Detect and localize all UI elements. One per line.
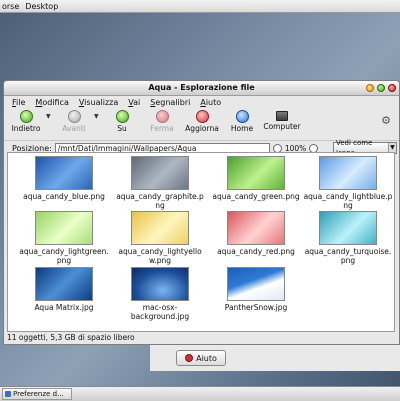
file-item[interactable]: aqua_candy_blue.png bbox=[18, 156, 110, 201]
computer-icon bbox=[276, 111, 288, 121]
taskbar-item[interactable]: Preferenze d... bbox=[2, 388, 72, 400]
window-title: Aqua - Esplorazione file bbox=[148, 83, 255, 92]
menu-aiuto[interactable]: Aiuto bbox=[200, 98, 221, 107]
image-thumbnail bbox=[35, 211, 93, 245]
status-bar: 11 oggetti, 5,3 GB di spazio libero bbox=[7, 333, 135, 342]
forward-button[interactable]: Avanti bbox=[54, 108, 94, 133]
file-item[interactable]: aqua_candy_graphite.p ng bbox=[114, 156, 206, 210]
stop-label: Ferma bbox=[150, 124, 174, 133]
up-button[interactable]: Su bbox=[102, 108, 142, 133]
forward-history-dropdown-icon[interactable]: ▼ bbox=[94, 113, 102, 120]
file-item[interactable]: aqua_candy_lightgreen. png bbox=[18, 211, 110, 265]
forward-arrow-icon bbox=[67, 110, 81, 123]
up-arrow-icon bbox=[115, 110, 129, 123]
lifebuoy-icon bbox=[185, 354, 194, 362]
file-item[interactable]: Aqua Matrix.jpg bbox=[18, 267, 110, 312]
back-button[interactable]: Indietro bbox=[6, 108, 46, 133]
menu-visualizza[interactable]: Visualizza bbox=[79, 98, 118, 107]
help-button-label: Aiuto bbox=[196, 353, 217, 363]
file-item[interactable]: aqua_candy_lightyello w.png bbox=[114, 211, 206, 265]
minimize-button[interactable] bbox=[366, 84, 374, 92]
toolbar: Indietro ▼ Avanti ▼ Su Ferma Aggiorna Ho… bbox=[4, 108, 399, 141]
file-name: aqua_candy_lightblue.p ng bbox=[303, 192, 393, 210]
computer-label: Computer bbox=[263, 122, 301, 131]
image-thumbnail bbox=[131, 267, 189, 301]
image-thumbnail bbox=[35, 267, 93, 301]
reload-label: Aggiorna bbox=[185, 124, 219, 133]
taskbar: Preferenze d... bbox=[0, 386, 400, 401]
home-button[interactable]: Home bbox=[222, 108, 262, 133]
back-arrow-icon bbox=[19, 110, 33, 123]
file-name: aqua_candy_graphite.p ng bbox=[116, 192, 204, 210]
computer-button[interactable]: Computer bbox=[262, 108, 302, 131]
file-name: aqua_candy_red.png bbox=[217, 247, 295, 256]
file-item[interactable]: mac-osx- background.jpg bbox=[114, 267, 206, 321]
image-thumbnail bbox=[131, 211, 189, 245]
back-history-dropdown-icon[interactable]: ▼ bbox=[46, 113, 54, 120]
stop-button[interactable]: Ferma bbox=[142, 108, 182, 133]
desktop-menubar: orse Desktop bbox=[0, 0, 400, 13]
file-name: aqua_candy_green.png bbox=[212, 192, 300, 201]
menu-segnalibri[interactable]: Segnalibri bbox=[150, 98, 190, 107]
up-label: Su bbox=[117, 124, 127, 133]
image-thumbnail bbox=[35, 156, 93, 190]
menu-file[interactable]: File bbox=[12, 98, 25, 107]
file-name: mac-osx- background.jpg bbox=[130, 303, 190, 321]
close-button[interactable] bbox=[388, 84, 396, 92]
image-thumbnail bbox=[319, 156, 377, 190]
file-item[interactable]: aqua_candy_red.png bbox=[210, 211, 302, 256]
reload-button[interactable]: Aggiorna bbox=[182, 108, 222, 133]
image-thumbnail bbox=[131, 156, 189, 190]
home-icon bbox=[235, 110, 249, 123]
file-name: aqua_candy_lightyello w.png bbox=[118, 247, 202, 265]
reload-icon bbox=[195, 110, 209, 123]
home-label: Home bbox=[230, 124, 254, 133]
image-thumbnail bbox=[227, 156, 285, 190]
file-name: aqua_candy_turquoise. png bbox=[304, 247, 392, 265]
forward-label: Avanti bbox=[62, 124, 86, 133]
desktop-menu-item[interactable]: orse bbox=[2, 2, 19, 11]
window-titlebar[interactable]: Aqua - Esplorazione file bbox=[4, 81, 399, 96]
image-thumbnail bbox=[319, 211, 377, 245]
menu-modifica[interactable]: Modifica bbox=[35, 98, 68, 107]
taskbar-item-label: Preferenze d... bbox=[13, 390, 64, 398]
desktop-menu-desktop[interactable]: Desktop bbox=[25, 2, 58, 11]
activity-throbber-icon: ⚙ bbox=[381, 114, 391, 127]
menu-vai[interactable]: Vai bbox=[128, 98, 140, 107]
file-name: aqua_candy_blue.png bbox=[23, 192, 105, 201]
file-item[interactable]: aqua_candy_turquoise. png bbox=[302, 211, 394, 265]
file-item[interactable]: aqua_candy_lightblue.p ng bbox=[302, 156, 394, 210]
stop-icon bbox=[155, 110, 169, 123]
file-name: PantherSnow.jpg bbox=[224, 303, 288, 312]
maximize-button[interactable] bbox=[377, 84, 385, 92]
image-thumbnail bbox=[227, 211, 285, 245]
file-item[interactable]: PantherSnow.jpg bbox=[210, 267, 302, 312]
preferences-icon bbox=[5, 391, 11, 397]
file-item[interactable]: aqua_candy_green.png bbox=[210, 156, 302, 201]
help-button[interactable]: Aiuto bbox=[176, 350, 226, 366]
file-manager-window: Aqua - Esplorazione file File Modifica V… bbox=[3, 80, 400, 345]
image-thumbnail bbox=[227, 267, 285, 301]
file-icon-view[interactable]: aqua_candy_blue.png aqua_candy_graphite.… bbox=[7, 152, 395, 332]
back-label: Indietro bbox=[11, 124, 41, 133]
file-name: aqua_candy_lightgreen. png bbox=[19, 247, 109, 265]
file-name: Aqua Matrix.jpg bbox=[34, 303, 94, 312]
window-menubar: File Modifica Visualizza Vai Segnalibri … bbox=[4, 96, 399, 108]
